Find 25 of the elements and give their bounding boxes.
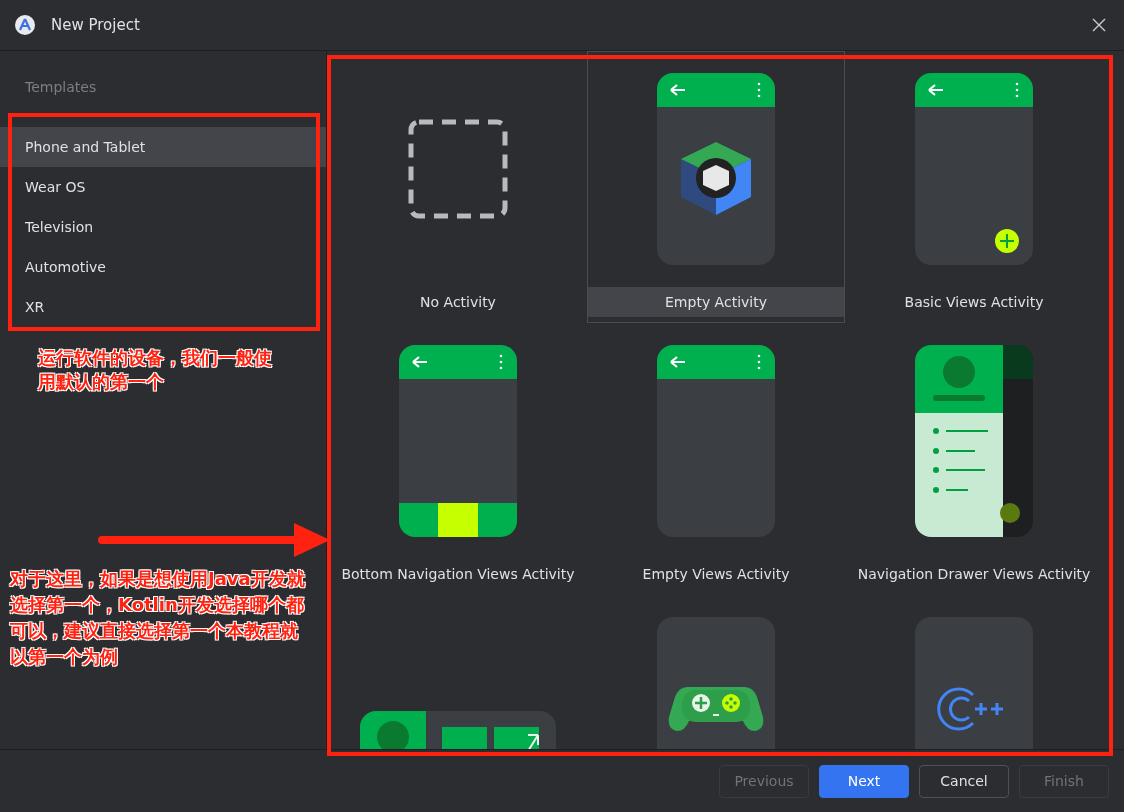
close-icon <box>1092 18 1106 32</box>
template-label: Bottom Navigation Views Activity <box>340 565 576 584</box>
sidebar-item[interactable]: XR <box>0 287 326 327</box>
dialog-button[interactable]: Next <box>819 764 909 798</box>
template-label: Empty Views Activity <box>641 565 791 584</box>
sidebar-heading: Templates <box>24 78 98 97</box>
sidebar-item[interactable]: Wear OS <box>0 167 326 207</box>
template-label: Navigation Drawer Views Activity <box>856 565 1092 584</box>
template-card[interactable]: Empty Activity <box>587 51 845 323</box>
template-label: No Activity <box>419 293 497 312</box>
sidebar-item[interactable]: Television <box>0 207 326 247</box>
template-card[interactable]: Empty Views Activity <box>587 323 845 595</box>
template-label: Basic Views Activity <box>903 293 1045 312</box>
sidebar-item[interactable]: Automotive <box>0 247 326 287</box>
template-label: Empty Activity <box>588 287 844 317</box>
app-logo-icon <box>15 15 35 35</box>
template-card[interactable]: Navigation Drawer Views Activity <box>845 323 1103 595</box>
template-card[interactable]: Bottom Navigation Views Activity <box>329 323 587 595</box>
template-card[interactable]: Basic Views Activity <box>845 51 1103 323</box>
window-title: New Project <box>51 16 141 34</box>
annotation-note: 对于这里，如果是想使用Java开发就选择第一个，Kotlin开发选择哪个都可以，建议直接选择第一个本教程就以第一个为例 <box>10 567 306 669</box>
annotation-note: 运行软件的设备，我们一般使用默认的第一个 <box>38 346 273 394</box>
sidebar-item[interactable]: Phone and Tablet <box>0 127 326 167</box>
template-card[interactable]: No Activity <box>329 51 587 323</box>
dialog-button[interactable]: Cancel <box>919 764 1009 798</box>
